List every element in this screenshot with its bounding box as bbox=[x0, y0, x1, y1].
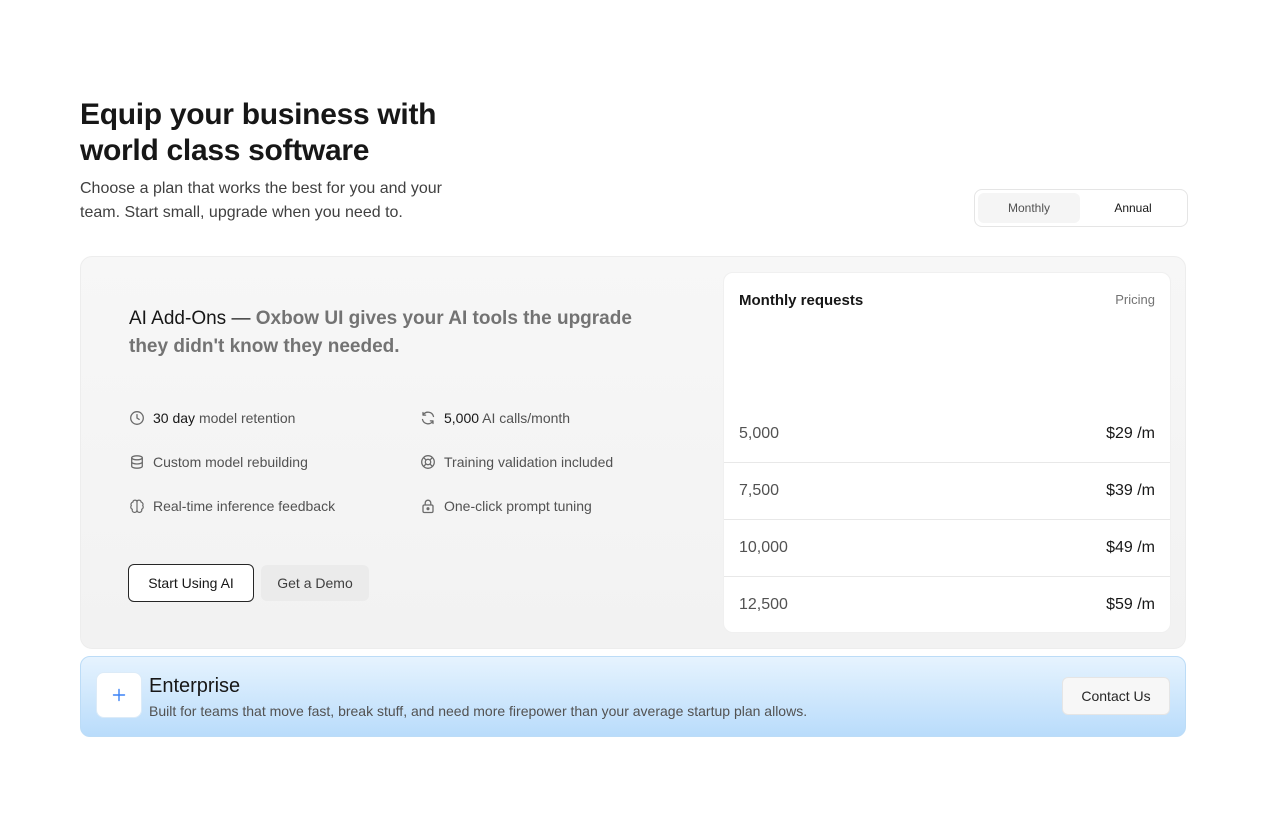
feature-text: AI calls/month bbox=[482, 410, 571, 426]
clock-icon bbox=[129, 410, 145, 426]
database-icon bbox=[129, 454, 145, 470]
row-price: $49 /m bbox=[1106, 539, 1155, 556]
ai-addons-heading-strong: AI Add-Ons — bbox=[129, 308, 251, 329]
toggle-annual[interactable]: Annual bbox=[1082, 193, 1184, 223]
row-requests: 7,500 bbox=[739, 482, 780, 499]
pricing-table-header-pricing: Pricing bbox=[1115, 292, 1155, 307]
pricing-page: Equip your business with world class sof… bbox=[0, 0, 1265, 832]
feature-bold: 5,000 bbox=[444, 410, 480, 426]
refresh-icon bbox=[420, 410, 436, 426]
pricing-table: Monthly requests Pricing 5,000 $29 /m 7,… bbox=[723, 272, 1171, 633]
pricing-rows: 5,000 $29 /m 7,500 $39 /m 10,000 $49 /m … bbox=[724, 406, 1170, 632]
brain-icon bbox=[129, 498, 145, 514]
table-row: 12,500 $59 /m bbox=[724, 576, 1170, 632]
enterprise-title: Enterprise bbox=[149, 675, 241, 697]
feature-item: 5,000 AI calls/month bbox=[420, 410, 570, 426]
feature-text: Real-time inference feedback bbox=[153, 498, 336, 514]
feature-bold: 30 day bbox=[153, 410, 196, 426]
feature-text: One-click prompt tuning bbox=[444, 498, 592, 514]
lifebuoy-icon bbox=[420, 454, 436, 470]
feature-text: Custom model rebuilding bbox=[153, 454, 308, 470]
toggle-monthly[interactable]: Monthly bbox=[978, 193, 1080, 223]
table-row: 7,500 $39 /m bbox=[724, 462, 1170, 519]
feature-text: model retention bbox=[198, 410, 296, 426]
get-demo-button[interactable]: Get a Demo bbox=[261, 565, 369, 601]
feature-item: Training validation included bbox=[420, 454, 613, 470]
page-subtitle: Choose a plan that works the best for yo… bbox=[80, 180, 442, 221]
feature-text: Training validation included bbox=[444, 454, 614, 470]
row-price: $59 /m bbox=[1106, 596, 1155, 613]
row-price: $29 /m bbox=[1106, 425, 1155, 442]
plus-icon bbox=[96, 672, 142, 718]
feature-item: Real-time inference feedback bbox=[129, 498, 335, 514]
enterprise-description: Built for teams that move fast, break st… bbox=[149, 703, 808, 719]
feature-item: One-click prompt tuning bbox=[420, 498, 592, 514]
pricing-table-header-requests: Monthly requests bbox=[739, 292, 864, 309]
enterprise-banner: Enterprise Built for teams that move fas… bbox=[80, 656, 1186, 737]
row-requests: 10,000 bbox=[739, 539, 788, 556]
ai-addons-heading: AI Add-Ons — Oxbow UI gives your AI tool… bbox=[129, 305, 669, 361]
row-requests: 5,000 bbox=[739, 425, 780, 442]
page-title: Equip your business with world class sof… bbox=[80, 98, 437, 167]
ai-addons-card: AI Add-Ons — Oxbow UI gives your AI tool… bbox=[80, 256, 1186, 649]
row-requests: 12,500 bbox=[739, 596, 788, 613]
table-row: 10,000 $49 /m bbox=[724, 519, 1170, 576]
lock-icon bbox=[420, 498, 436, 514]
start-using-ai-button[interactable]: Start Using AI bbox=[128, 564, 254, 602]
billing-period-toggle: Monthly Annual bbox=[974, 189, 1188, 227]
feature-item: Custom model rebuilding bbox=[129, 454, 308, 470]
table-row: 5,000 $29 /m bbox=[724, 406, 1170, 462]
row-price: $39 /m bbox=[1106, 482, 1155, 499]
feature-item: 30 day model retention bbox=[129, 410, 295, 426]
contact-us-button[interactable]: Contact Us bbox=[1062, 677, 1170, 715]
